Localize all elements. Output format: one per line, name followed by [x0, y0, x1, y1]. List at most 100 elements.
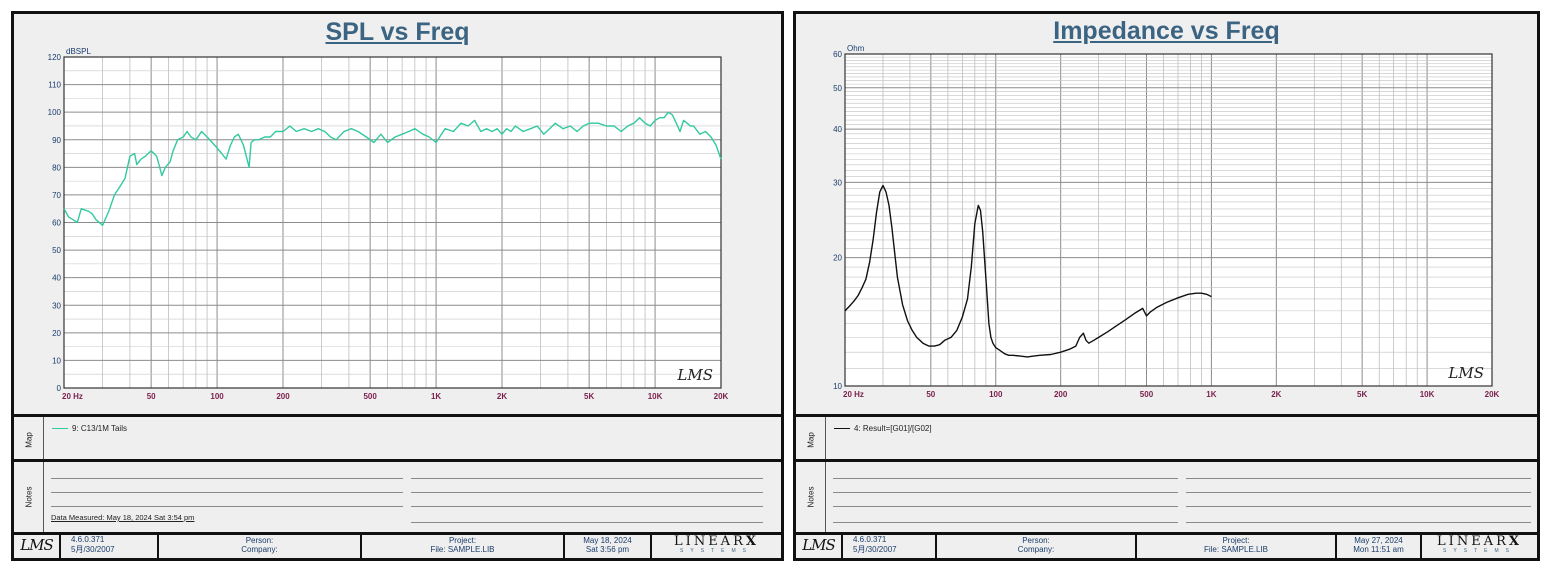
note-line	[1186, 506, 1531, 507]
note-line	[51, 478, 403, 479]
project-label: Project:	[448, 536, 477, 545]
map-label-box: Map	[796, 417, 826, 462]
footer-project-cell: Project: File: SAMPLE.LIB	[1137, 532, 1337, 558]
y-tick-label: 120	[48, 53, 62, 62]
brand-logo: LINEARX	[1437, 534, 1522, 549]
footer-logo-cell: LMS	[14, 532, 61, 558]
person-label: Person:	[1022, 536, 1050, 545]
y-tick-label: 0	[57, 384, 62, 393]
impedance-panel: Impedance vs Freq 10 20 30 40 50 60 Ohm 20 Hz 50…	[793, 11, 1540, 561]
lms-watermark: LMS	[1447, 364, 1484, 382]
map-label: Map	[806, 431, 815, 448]
company-label: Company:	[241, 545, 278, 554]
x-tick-label: 5K	[584, 392, 594, 401]
x-tick-label: 50	[926, 390, 935, 399]
project-label: Project:	[1222, 536, 1250, 545]
divider	[796, 414, 1537, 417]
y-tick-label: 50	[52, 246, 61, 255]
spl-panel: SPL vs Freq 0 10 20 30 40 50 60 70 80 90 100 110 120…	[11, 11, 784, 561]
version: 4.6.0.371	[71, 535, 105, 544]
brand-text: LINEAR	[1437, 534, 1509, 549]
note-line	[411, 492, 763, 493]
y-axis-label: dBSPL	[66, 47, 91, 56]
person-label: Person:	[245, 536, 274, 545]
lms-logo: LMS	[20, 536, 54, 554]
plot-area	[845, 54, 1492, 386]
x-tick-label: 5K	[1357, 390, 1367, 399]
version: 4.6.0.371	[853, 535, 887, 544]
notes-label: Notes	[806, 486, 815, 508]
footer-version-cell: 4.6.0.371 5月/30/2007	[843, 532, 937, 558]
x-tick-label: 20K	[714, 392, 729, 401]
x-tick-label: 2K	[1271, 390, 1281, 399]
footer-time: Sat 3:56 pm	[585, 545, 630, 554]
divider	[14, 414, 781, 417]
note-line	[833, 506, 1178, 507]
company-label: Company:	[1017, 545, 1055, 554]
x-tick-label: 10K	[648, 392, 663, 401]
note-line	[1186, 522, 1531, 523]
x-tick-label: 100	[210, 392, 224, 401]
note-line	[411, 522, 763, 523]
footer-date-cell: May 18, 2024 Sat 3:56 pm	[565, 532, 652, 558]
footer-brand-cell: LINEARX SYSTEMS	[1422, 532, 1537, 558]
brand-x: X	[1508, 534, 1522, 549]
y-tick-label: 20	[52, 329, 61, 338]
note-line	[1186, 478, 1531, 479]
legend-label: 4: Result=[G01]/[G02]	[854, 424, 932, 433]
y-tick-label: 70	[52, 191, 61, 200]
y-tick-label: 30	[52, 301, 61, 310]
footer-person-cell: Person: Company:	[159, 532, 362, 558]
note-line	[833, 478, 1178, 479]
x-tick-label: 500	[363, 392, 377, 401]
divider	[14, 459, 781, 462]
brand-text: LINEAR	[674, 534, 746, 549]
brand-x: X	[745, 534, 759, 549]
spl-chart: 0 10 20 30 40 50 60 70 80 90 100 110 120 dBSPL 20 Hz 50…	[48, 47, 729, 401]
x-tick-label: 20K	[1485, 390, 1500, 399]
x-tick-label: 20 Hz	[62, 392, 83, 401]
note-line	[411, 478, 763, 479]
legend-swatch	[52, 428, 68, 429]
y-tick-label: 100	[48, 108, 62, 117]
footer-date: May 18, 2024	[583, 536, 632, 545]
y-tick-label: 40	[52, 274, 61, 283]
y-tick-label: 60	[52, 219, 61, 228]
y-tick-label: 10	[833, 382, 842, 391]
x-tick-label: 200	[276, 392, 290, 401]
x-tick-label: 200	[1054, 390, 1068, 399]
impedance-chart: 10 20 30 40 50 60 Ohm 20 Hz 50 100 200 500 1K 2K 5K 10K…	[833, 44, 1500, 399]
y-tick-label: 90	[52, 136, 61, 145]
map-label-box: Map	[14, 417, 44, 462]
build-date: 5月/30/2007	[853, 545, 897, 554]
footer-date-cell: May 27, 2024 Mon 11:51 am	[1337, 532, 1422, 558]
note-line	[833, 492, 1178, 493]
y-tick-label: 30	[833, 178, 842, 187]
x-tick-label: 1K	[431, 392, 441, 401]
y-tick-label: 20	[833, 254, 842, 263]
footer: LMS 4.6.0.371 5月/30/2007 Person: Company…	[796, 532, 1537, 558]
y-tick-label: 50	[833, 84, 842, 93]
note-line	[833, 522, 1178, 523]
note-line	[411, 506, 763, 507]
x-tick-label: 50	[147, 392, 156, 401]
footer-brand-cell: LINEARX SYSTEMS	[652, 532, 781, 558]
note-line	[51, 492, 403, 493]
x-tick-label: 1K	[1206, 390, 1216, 399]
notes-label-box: Notes	[14, 462, 44, 532]
legend-label: 9: C13/1M Tails	[72, 424, 127, 433]
legend-entry: 9: C13/1M Tails	[52, 424, 127, 433]
footer-person-cell: Person: Company:	[937, 532, 1137, 558]
file-label: File: SAMPLE.LIB	[430, 545, 495, 554]
footer-date: May 27, 2024	[1354, 536, 1403, 545]
build-date: 5月/30/2007	[71, 545, 115, 554]
x-tick-label: 10K	[1420, 390, 1435, 399]
x-tick-label: 20 Hz	[843, 390, 864, 399]
footer-logo-cell: LMS	[796, 532, 843, 558]
note-line	[51, 506, 403, 507]
x-tick-label: 2K	[497, 392, 507, 401]
x-tick-label: 500	[1140, 390, 1154, 399]
lms-logo: LMS	[802, 536, 836, 554]
y-tick-label: 10	[52, 356, 61, 365]
notes-label: Notes	[24, 486, 33, 508]
